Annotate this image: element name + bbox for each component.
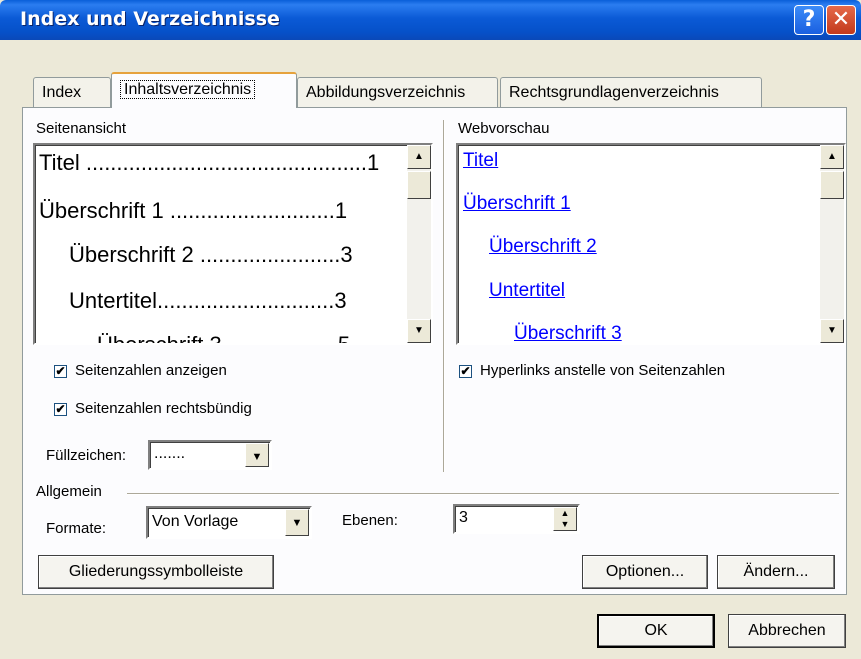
entry-leader: ........................................… <box>79 150 368 175</box>
general-group-line <box>127 493 839 495</box>
options-button[interactable]: Optionen... <box>582 555 708 589</box>
title-bar[interactable]: Index und Verzeichnisse ? ✕ <box>0 0 861 40</box>
right-align-checkbox[interactable]: ✔ <box>54 403 67 416</box>
web-preview-link[interactable]: Überschrift 2 <box>489 236 597 258</box>
web-preview-scrollbar[interactable]: ▲ ▼ <box>820 145 844 343</box>
dropdown-button[interactable]: ▼ <box>285 509 309 536</box>
close-icon: ✕ <box>831 7 851 32</box>
cancel-button[interactable]: Abbrechen <box>728 614 846 648</box>
tab-table-of-authorities-label: Rechtsgrundlagenverzeichnis <box>509 84 719 101</box>
entry-text: Überschrift 1 <box>39 198 164 223</box>
entry-text: Titel <box>39 150 80 175</box>
scroll-down-button[interactable]: ▼ <box>407 319 431 343</box>
print-preview-entry: Überschrift 3 ..................5 <box>97 332 351 345</box>
web-preview-label: Webvorschau <box>458 120 550 137</box>
levels-spinner[interactable]: 3 ▲ ▼ <box>453 504 580 534</box>
tab-index-label: Index <box>42 84 82 101</box>
entry-text: Untertitel <box>69 288 158 313</box>
arrow-up-icon: ▲ <box>414 151 424 162</box>
modify-button[interactable]: Ändern... <box>717 555 835 589</box>
dropdown-button[interactable]: ▼ <box>245 443 269 467</box>
tab-table-of-contents[interactable]: Inhaltsverzeichnis <box>111 72 297 108</box>
right-align-label: Seitenzahlen rechtsbündig <box>75 400 252 417</box>
general-group-label: Allgemein <box>36 483 102 500</box>
formats-value: Von Vorlage <box>152 513 239 530</box>
scroll-thumb[interactable] <box>407 171 431 199</box>
chevron-down-icon: ▼ <box>291 517 303 529</box>
entry-text: Überschrift 2 <box>69 242 194 267</box>
print-preview-entry: Überschrift 2 .......................3 <box>69 242 353 268</box>
tab-leader-label: Füllzeichen: <box>46 447 127 464</box>
formats-dropdown[interactable]: Von Vorlage ▼ <box>146 506 312 539</box>
levels-label: Ebenen: <box>342 512 398 529</box>
outline-toolbar-button[interactable]: Gliederungssymbolleiste <box>38 555 274 589</box>
entry-leader: ....................... <box>193 242 341 267</box>
formats-label: Formate: <box>46 520 107 537</box>
entry-leader: ........................... <box>163 198 335 223</box>
scroll-thumb[interactable] <box>820 171 844 199</box>
levels-value: 3 <box>459 509 468 526</box>
show-page-numbers-checkbox[interactable]: ✔ <box>54 365 67 378</box>
entry-page: 1 <box>334 198 348 223</box>
tab-leader-value: ....... <box>154 445 186 462</box>
print-preview-entry: Titel ..................................… <box>39 150 379 176</box>
scroll-down-button[interactable]: ▼ <box>820 319 844 343</box>
web-preview-link[interactable]: Überschrift 1 <box>463 193 571 215</box>
entry-leader: .................. <box>221 332 338 345</box>
entry-text: Überschrift 3 <box>97 332 222 345</box>
entry-page: 5 <box>337 332 351 345</box>
spinner-buttons[interactable]: ▲ ▼ <box>553 507 577 531</box>
print-preview-label: Seitenansicht <box>36 120 127 137</box>
web-preview-list[interactable]: Titel Überschrift 1 Überschrift 2 Untert… <box>456 143 846 345</box>
tab-table-of-contents-label: Inhaltsverzeichnis <box>120 80 256 99</box>
chevron-down-icon: ▼ <box>251 451 263 463</box>
arrow-down-icon: ▼ <box>414 325 424 336</box>
hyperlinks-label: Hyperlinks anstelle von Seitenzahlen <box>480 362 726 379</box>
entry-page: 3 <box>334 288 347 313</box>
scroll-up-button[interactable]: ▲ <box>407 145 431 169</box>
show-page-numbers-label: Seitenzahlen anzeigen <box>75 362 227 379</box>
entry-page: 1 <box>367 150 380 175</box>
tab-index[interactable]: Index <box>33 77 111 108</box>
help-button[interactable]: ? <box>794 5 824 35</box>
entry-leader: ............................. <box>157 288 335 313</box>
entry-page: 3 <box>340 242 353 267</box>
help-icon: ? <box>802 7 816 32</box>
tab-table-of-figures[interactable]: Abbildungsverzeichnis <box>297 77 498 108</box>
hyperlinks-checkbox[interactable]: ✔ <box>459 365 472 378</box>
tab-leader-dropdown[interactable]: ....... ▼ <box>148 440 272 470</box>
arrow-down-icon: ▼ <box>827 325 837 336</box>
column-divider <box>443 120 445 472</box>
web-preview-link[interactable]: Titel <box>463 150 498 172</box>
arrow-down-icon[interactable]: ▼ <box>561 519 570 529</box>
close-button[interactable]: ✕ <box>826 5 856 35</box>
print-preview-entry: Überschrift 1 ..........................… <box>39 198 347 224</box>
tab-table-of-authorities[interactable]: Rechtsgrundlagenverzeichnis <box>500 77 762 108</box>
arrow-up-icon: ▲ <box>827 151 837 162</box>
ok-button[interactable]: OK <box>597 614 715 648</box>
print-preview-list[interactable]: Titel ..................................… <box>33 143 433 345</box>
dialog-window: Index und Verzeichnisse ? ✕ Index Inhalt… <box>0 0 861 659</box>
print-preview-scrollbar[interactable]: ▲ ▼ <box>407 145 431 343</box>
tab-table-of-figures-label: Abbildungsverzeichnis <box>306 84 466 101</box>
web-preview-link[interactable]: Überschrift 3 <box>514 323 622 343</box>
web-preview-link[interactable]: Untertitel <box>489 280 565 302</box>
arrow-up-icon[interactable]: ▲ <box>561 508 570 518</box>
print-preview-entry: Untertitel.............................3 <box>69 288 347 314</box>
scroll-up-button[interactable]: ▲ <box>820 145 844 169</box>
window-title: Index und Verzeichnisse <box>20 8 280 30</box>
